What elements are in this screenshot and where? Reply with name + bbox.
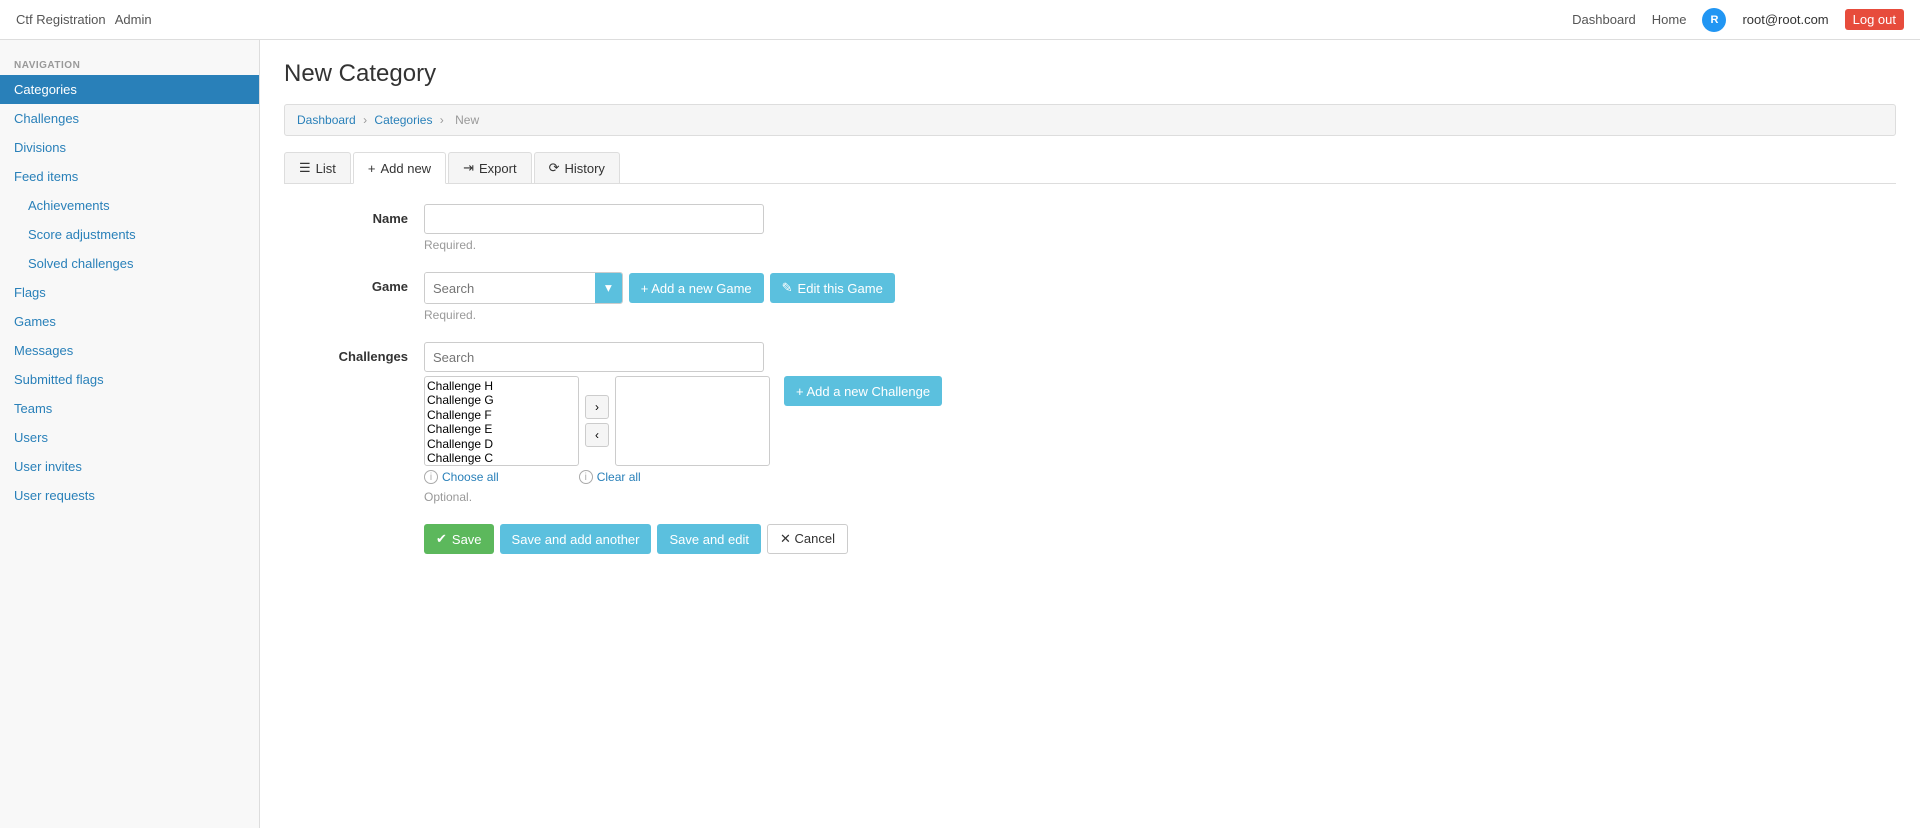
tab-export[interactable]: ⇥ Export xyxy=(448,152,531,183)
challenges-search-input[interactable] xyxy=(424,342,764,372)
edit-game-button[interactable]: ✎ Edit this Game xyxy=(770,273,895,303)
top-navbar: Ctf Registration Admin Dashboard Home R … xyxy=(0,0,1920,40)
info-icon-2: i xyxy=(579,470,593,484)
tab-history[interactable]: ⟳ History xyxy=(534,152,620,183)
choose-all-link[interactable]: i Choose all xyxy=(424,470,499,484)
nav-dashboard-link[interactable]: Dashboard xyxy=(1572,12,1636,27)
pencil-icon: ✎ xyxy=(782,280,793,296)
name-field: Required. xyxy=(424,204,1184,252)
check-icon: ✔ xyxy=(436,531,447,547)
challenges-select-right[interactable] xyxy=(616,377,769,465)
dual-list-arrows: › ‹ xyxy=(585,395,609,447)
sidebar-item-users[interactable]: Users xyxy=(0,423,259,452)
tabs-bar: ☰ List + Add new ⇥ Export ⟳ History xyxy=(284,152,1896,184)
cancel-button[interactable]: ✕ Cancel xyxy=(767,524,848,554)
game-search-container: ▾ xyxy=(424,272,623,304)
move-right-button[interactable]: › xyxy=(585,395,609,419)
breadcrumb-dashboard[interactable]: Dashboard xyxy=(297,113,356,127)
sidebar-item-divisions[interactable]: Divisions xyxy=(0,133,259,162)
sidebar-item-user-invites[interactable]: User invites xyxy=(0,452,259,481)
list-icon: ☰ xyxy=(299,160,311,176)
name-input[interactable] xyxy=(424,204,764,234)
user-avatar-icon: R xyxy=(1702,8,1726,32)
export-icon: ⇥ xyxy=(463,160,474,176)
new-category-form: Name Required. Game ▾ xyxy=(284,204,1184,554)
challenges-row: Challenges Challenge H Challenge G Chall… xyxy=(284,342,1184,504)
history-icon: ⟳ xyxy=(549,160,560,176)
plus-icon: + xyxy=(368,161,376,176)
tab-add-new[interactable]: + Add new xyxy=(353,152,446,184)
challenges-optional-text: Optional. xyxy=(424,490,1184,504)
game-search-input[interactable] xyxy=(425,273,595,303)
game-field: ▾ + Add a new Game ✎ Edit this Game Requ… xyxy=(424,272,1184,322)
main-layout: Navigation Categories Challenges Divisio… xyxy=(0,40,1920,828)
sidebar-item-achievements[interactable]: Achievements xyxy=(0,191,259,220)
sidebar-item-user-requests[interactable]: User requests xyxy=(0,481,259,510)
nav-home-link[interactable]: Home xyxy=(1652,12,1687,27)
sidebar-item-games[interactable]: Games xyxy=(0,307,259,336)
challenges-label: Challenges xyxy=(284,342,424,364)
tab-list[interactable]: ☰ List xyxy=(284,152,351,183)
sidebar-item-flags[interactable]: Flags xyxy=(0,278,259,307)
game-field-row: ▾ + Add a new Game ✎ Edit this Game xyxy=(424,272,1184,304)
challenges-selected-list[interactable] xyxy=(615,376,770,466)
move-left-button[interactable]: ‹ xyxy=(585,423,609,447)
sidebar-item-teams[interactable]: Teams xyxy=(0,394,259,423)
clear-all-link[interactable]: i Clear all xyxy=(579,470,641,484)
dual-list-container: Challenge H Challenge G Challenge F Chal… xyxy=(424,376,1184,466)
game-label: Game xyxy=(284,272,424,294)
sidebar-nav-label: Navigation xyxy=(0,52,259,75)
choose-all-row: i Choose all i Clear all xyxy=(424,470,1184,484)
add-new-challenge-button[interactable]: + Add a new Challenge xyxy=(784,376,942,406)
add-new-game-button[interactable]: + Add a new Game xyxy=(629,273,764,303)
game-dropdown-toggle[interactable]: ▾ xyxy=(595,273,622,303)
breadcrumb-categories[interactable]: Categories xyxy=(374,113,432,127)
sidebar-item-solved-challenges[interactable]: Solved challenges xyxy=(0,249,259,278)
save-edit-button[interactable]: Save and edit xyxy=(657,524,761,554)
name-required-text: Required. xyxy=(424,238,1184,252)
chevron-down-icon: ▾ xyxy=(605,280,612,296)
sidebar-item-submitted-flags[interactable]: Submitted flags xyxy=(0,365,259,394)
challenges-field: Challenge H Challenge G Challenge F Chal… xyxy=(424,342,1184,504)
game-required-text: Required. xyxy=(424,308,1184,322)
breadcrumb: Dashboard › Categories › New xyxy=(284,104,1896,136)
name-label: Name xyxy=(284,204,424,226)
logout-button[interactable]: Log out xyxy=(1845,9,1904,30)
sidebar-item-score-adjustments[interactable]: Score adjustments xyxy=(0,220,259,249)
main-content: New Category Dashboard › Categories › Ne… xyxy=(260,40,1920,828)
navbar-right: Dashboard Home R root@root.com Log out xyxy=(1572,8,1904,32)
game-row: Game ▾ + Add a new Game ✎ Edit this Game xyxy=(284,272,1184,322)
save-add-another-button[interactable]: Save and add another xyxy=(500,524,652,554)
challenges-select-left[interactable]: Challenge H Challenge G Challenge F Chal… xyxy=(425,377,578,465)
sidebar: Navigation Categories Challenges Divisio… xyxy=(0,40,260,828)
nav-user-email[interactable]: root@root.com xyxy=(1742,12,1828,27)
page-title: New Category xyxy=(284,60,1896,88)
name-row: Name Required. xyxy=(284,204,1184,252)
info-icon: i xyxy=(424,470,438,484)
app-brand: Ctf Registration Admin xyxy=(16,11,152,28)
sidebar-item-challenges[interactable]: Challenges xyxy=(0,104,259,133)
breadcrumb-current: New xyxy=(455,113,479,127)
sidebar-item-messages[interactable]: Messages xyxy=(0,336,259,365)
action-buttons: ✔ Save Save and add another Save and edi… xyxy=(424,524,1184,554)
challenges-available-list[interactable]: Challenge H Challenge G Challenge F Chal… xyxy=(424,376,579,466)
save-button[interactable]: ✔ Save xyxy=(424,524,494,554)
sidebar-item-feed-items[interactable]: Feed items xyxy=(0,162,259,191)
sidebar-item-categories[interactable]: Categories xyxy=(0,75,259,104)
